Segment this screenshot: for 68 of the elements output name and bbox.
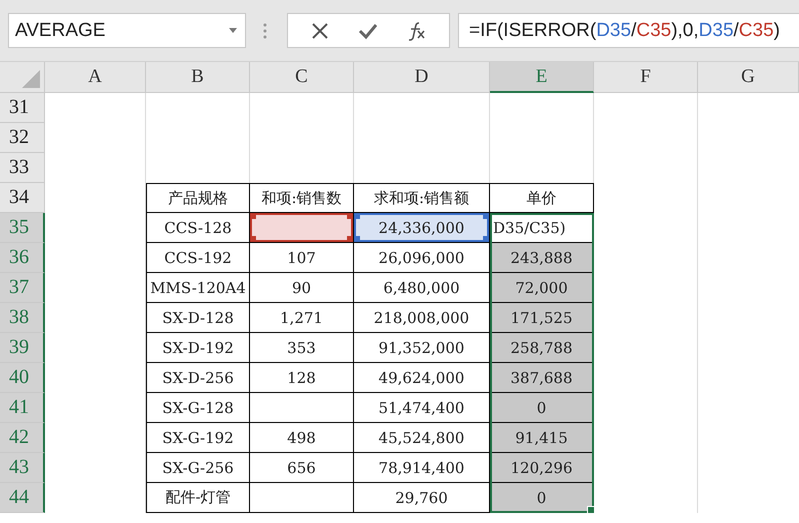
corner-triangle-icon (22, 70, 40, 88)
row-header[interactable]: 38 (0, 303, 45, 333)
table-cell[interactable]: SX-G-256 (146, 453, 250, 483)
column-header[interactable]: C (250, 62, 354, 93)
row-header[interactable]: 33 (0, 153, 45, 183)
table-cell[interactable]: 258,788 (490, 333, 594, 363)
row-header[interactable]: 37 (0, 273, 45, 303)
table-cell[interactable]: 387,688 (490, 363, 594, 393)
column-header[interactable]: F (594, 62, 698, 93)
row-header[interactable]: 43 (0, 453, 45, 483)
column-header[interactable]: G (698, 62, 799, 93)
table-cell[interactable] (250, 213, 354, 243)
table-cell[interactable]: 78,914,400 (354, 453, 490, 483)
table-cell[interactable]: MMS-120A4 (146, 273, 250, 303)
row-header[interactable]: 42 (0, 423, 45, 453)
row-header[interactable]: 41 (0, 393, 45, 423)
table-cell[interactable]: SX-D-192 (146, 333, 250, 363)
row-header[interactable]: 39 (0, 333, 45, 363)
table-cell[interactable]: 配件-灯管 (146, 483, 250, 513)
row-header[interactable]: 32 (0, 123, 45, 153)
table-cell[interactable]: 24,336,000 (354, 213, 490, 243)
table-cell[interactable]: 353 (250, 333, 354, 363)
table-cell[interactable]: CCS-192 (146, 243, 250, 273)
table-cell[interactable]: SX-D-256 (146, 363, 250, 393)
table-cell[interactable]: SX-G-128 (146, 393, 250, 423)
row-header[interactable]: 40 (0, 363, 45, 393)
table-cell[interactable]: 26,096,000 (354, 243, 490, 273)
table-cell[interactable]: 90 (250, 273, 354, 303)
table-cell[interactable]: 120,296 (490, 453, 594, 483)
row-header[interactable]: 31 (0, 93, 45, 123)
table-cell[interactable]: 1,271 (250, 303, 354, 333)
table-cell[interactable]: 218,008,000 (354, 303, 490, 333)
table-cell[interactable]: 49,624,000 (354, 363, 490, 393)
table-cell[interactable]: 51,474,400 (354, 393, 490, 423)
table-cell[interactable]: 91,415 (490, 423, 594, 453)
column-header-cell[interactable]: 求和项:销售额 (354, 183, 490, 213)
table-cell[interactable] (250, 483, 354, 513)
table-cell[interactable]: 29,760 (354, 483, 490, 513)
table-cell[interactable]: SX-D-128 (146, 303, 250, 333)
row-header[interactable]: 44 (0, 483, 45, 513)
row-header[interactable]: 34 (0, 183, 45, 213)
column-header[interactable]: B (146, 62, 250, 93)
column-header-cell[interactable]: 产品规格 (146, 183, 250, 213)
table-cell[interactable]: 6,480,000 (354, 273, 490, 303)
column-header-cell[interactable]: 单价 (490, 183, 594, 213)
table-cell[interactable]: 45,524,800 (354, 423, 490, 453)
table-cell[interactable]: 243,888 (490, 243, 594, 273)
insert-function-icon[interactable] (406, 20, 427, 40)
table-cell[interactable]: 91,352,000 (354, 333, 490, 363)
drag-handle-icon (262, 22, 268, 40)
caret-icon (229, 28, 237, 33)
table-cell[interactable]: 498 (250, 423, 354, 453)
table-cell[interactable]: 72,000 (490, 273, 594, 303)
table-cell[interactable]: 171,525 (490, 303, 594, 333)
table-cell[interactable]: 107 (250, 243, 354, 273)
formula-bar[interactable]: =IF(ISERROR(D35/C35),0,D35/C35) (458, 13, 799, 48)
table-cell[interactable]: 128 (250, 363, 354, 393)
row-header[interactable]: 35 (0, 213, 45, 243)
table-cell[interactable]: 0 (490, 393, 594, 423)
table-cell[interactable]: 656 (250, 453, 354, 483)
column-header[interactable]: D (354, 62, 490, 93)
table-cell[interactable]: SX-G-192 (146, 423, 250, 453)
row-header[interactable]: 36 (0, 243, 45, 273)
cancel-icon[interactable] (310, 20, 330, 40)
name-box[interactable]: AVERAGE (8, 13, 246, 48)
column-header[interactable]: E (490, 62, 594, 93)
table-cell[interactable] (250, 393, 354, 423)
column-header[interactable]: A (45, 62, 146, 93)
